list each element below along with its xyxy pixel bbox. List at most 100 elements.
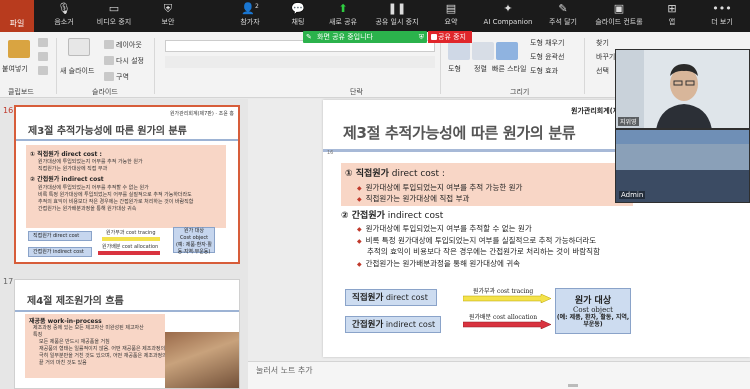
indirect-cost-heading-ko: ② 간접원가 (341, 211, 385, 221)
security-button[interactable]: ⛨ 보안 (144, 2, 192, 32)
stop-share-label: 공유 중지 (438, 33, 466, 41)
font-format-row[interactable] (165, 56, 435, 68)
indirect-cost-pill-en: indirect cost (385, 320, 436, 329)
pause-share-button[interactable]: ❚❚ 공유 일시 중지 (368, 2, 426, 32)
quick-styles-icon[interactable] (496, 42, 518, 60)
sharing-status-banner[interactable]: ✎ 화면 공유 중입니다 ⛨ (303, 31, 427, 43)
slide-control-label: 슬라이드 컨트롤 (595, 18, 643, 26)
indirect-cost-bullet-continued: 추적의 효익이 비용보다 작은 경우에는 간접원가로 처리하는 것이 바람직함 (367, 246, 600, 257)
stop-share-button[interactable]: 공유 중지 (428, 31, 472, 43)
file-tab[interactable]: 파일 (0, 16, 34, 32)
shape-outline-button[interactable]: 도형 윤곽선 (530, 52, 564, 62)
ribbon-separator (154, 38, 155, 94)
slide-thumbnail-16[interactable]: 원가관리회계(제7판) · 조윤 홍 제3절 추적가능성에 따른 원가의 분류 … (14, 105, 240, 264)
stop-icon (431, 34, 437, 40)
layout-button[interactable]: 레이아웃 (116, 40, 142, 50)
cost-object-box: 원가 대상 Cost object (예: 제품, 환자, 활동, 지역, 부운… (555, 288, 631, 334)
thumb-line: 모든 제품은 반드시 재공품을 거침 (39, 339, 110, 345)
chat-icon: 💬 (291, 2, 305, 15)
thumb-line: 재공품의 형태는 일률적이지 않음. 어떤 재공품은 제조과정의 (39, 346, 166, 352)
arrange-button[interactable]: 정렬 (474, 64, 487, 74)
annotate-button[interactable]: ✎ 주석 달기 (539, 2, 587, 32)
ribbon-separator (584, 38, 585, 94)
slide-control-button[interactable]: ▣ 슬라이드 컨트롤 (587, 2, 651, 32)
section-button[interactable]: 구역 (116, 72, 129, 82)
replace-button[interactable]: 바꾸기 (596, 52, 615, 62)
notes-pane[interactable]: 눌러서 노트 추가 (248, 361, 750, 389)
paste-icon[interactable] (8, 40, 30, 58)
thumb-target-box: 원가 대상 Cost object (예: 제품·환자·활동·지역·부운동) (173, 227, 215, 255)
section-icon (104, 72, 114, 81)
ai-icon: ✦ (503, 2, 513, 15)
security-label: 보안 (161, 18, 175, 26)
bullet-text: 간접원가는 원가배분과정을 통해 원가대상에 귀속 (365, 259, 521, 268)
shapes-icon[interactable] (448, 42, 470, 60)
participants-label: 참가자 (240, 18, 260, 26)
apps-button[interactable]: ⊞ 앱 (654, 2, 690, 32)
arrange-icon[interactable] (472, 42, 494, 60)
zoom-toolbar: 🎙 음소거 ▭ 비디오 중지 ⛨ 보안 👤2 참가자 💬 채팅 ⬆ 새로 공유 … (34, 0, 750, 32)
stop-video-button[interactable]: ▭ 비디오 중지 (90, 2, 138, 32)
copy-icon[interactable] (38, 52, 48, 61)
bullet-text: 비록 특정 원가대상에 투입되었는지 여부를 실질적으로 추적 가능하더라도 (365, 236, 597, 245)
thumb-line: 원가대상에 투입되었는지 어부를 추적할 수 없는 원가 (38, 185, 149, 191)
direct-cost-pill-en: direct cost (385, 293, 428, 302)
sharing-status-text: 화면 공유 중입니다 (317, 33, 373, 41)
quick-styles-button[interactable]: 빠른 스타일 (492, 64, 526, 74)
find-button[interactable]: 찾기 (596, 38, 609, 48)
participants-button[interactable]: 👤2 참가자 (226, 2, 274, 32)
chat-label: 채팅 (291, 18, 305, 26)
indirect-cost-heading: ② 간접원가 indirect cost (341, 208, 443, 221)
direct-cost-heading-en: direct cost : (391, 169, 445, 179)
cut-icon[interactable] (38, 38, 48, 47)
presenter-video-tile[interactable]: 지위영 (615, 49, 750, 129)
thumb-target-line: Cost object (179, 235, 209, 241)
shape-fill-button[interactable]: 도형 채우기 (530, 38, 564, 48)
thumb-title: 제3절 추적가능성에 따른 원가의 분류 (28, 126, 187, 137)
apps-icon: ⊞ (667, 2, 677, 15)
ai-companion-button[interactable]: ✦ AI Companion (476, 2, 540, 32)
thumb-head: ② 간접원가 indirect cost (30, 176, 104, 183)
select-button[interactable]: 선택 (596, 66, 609, 76)
mute-label: 음소거 (54, 18, 74, 26)
summary-button[interactable]: ▤ 요약 (427, 2, 475, 32)
annotate-icon: ✎ (558, 2, 568, 15)
thumb-arrow-label: 원가배분 cost allocation (102, 244, 159, 250)
direct-cost-heading-ko: ① 직접원가 (345, 169, 389, 179)
new-share-button[interactable]: ⬆ 새로 공유 (319, 2, 367, 32)
group-drawing: 그리기 (510, 88, 530, 96)
slide-thumbnail-pane: 16 원가관리회계(제7판) · 조윤 홍 제3절 추적가능성에 따른 원가의 … (0, 99, 248, 389)
direct-cost-bullet: ◆ 원가대상에 투입되었는지 여부를 추적 가능한 원가 (357, 183, 523, 192)
shield-icon: ⛨ (163, 2, 173, 15)
more-label: 더 보기 (711, 18, 733, 26)
admin-video-tile[interactable]: Admin (615, 129, 750, 203)
layout-icon (104, 40, 114, 49)
slide-title: 제3절 추적가능성에 따른 원가의 분류 (343, 124, 576, 142)
participants-count: 2 (254, 3, 259, 10)
new-share-label: 새로 공유 (329, 18, 357, 26)
summary-label: 요약 (444, 18, 458, 26)
stop-video-label: 비디오 중지 (96, 18, 132, 26)
resize-handle[interactable] (568, 384, 578, 387)
more-button[interactable]: ••• 더 보기 (698, 2, 746, 32)
thumb-line: 제조과정 중에 있는 모든 제고자산 미완성된 제고자산 (33, 325, 144, 331)
reset-button[interactable]: 다시 설정 (116, 56, 144, 66)
thumb-pill: 직접원가 direct cost (28, 231, 92, 241)
format-painter-icon[interactable] (38, 66, 48, 75)
new-slide-button[interactable]: 새 슬라이드 (60, 66, 94, 76)
thumb-line: 끝 거의 마친 것도 있음 (39, 360, 87, 366)
paste-button[interactable]: 붙여넣기 (2, 64, 28, 74)
pin-icon: ✎ (306, 33, 312, 41)
thumb-target-line: 원가 대상 (184, 228, 204, 234)
shield-icon: ⛨ (418, 33, 424, 41)
shape-button[interactable]: 도형 (448, 64, 461, 74)
thumb-line: 비록 특정 원가대상에 투입되었는지 어부를 실질적으로 추적 가능하더라도 (38, 192, 192, 198)
mute-button[interactable]: 🎙 음소거 (40, 2, 88, 32)
indirect-cost-pill: 간접원가 indirect cost (345, 316, 441, 333)
thumb-title-bar (15, 310, 239, 312)
annotate-label: 주석 달기 (549, 18, 577, 26)
chat-button[interactable]: 💬 채팅 (274, 2, 322, 32)
new-slide-icon[interactable] (68, 38, 90, 56)
shape-effects-button[interactable]: 도형 효과 (530, 66, 558, 76)
slide-thumbnail-17[interactable]: 제4절 제조원가의 흐름 재공품 work-in-process 제조과정 중에… (14, 279, 240, 389)
